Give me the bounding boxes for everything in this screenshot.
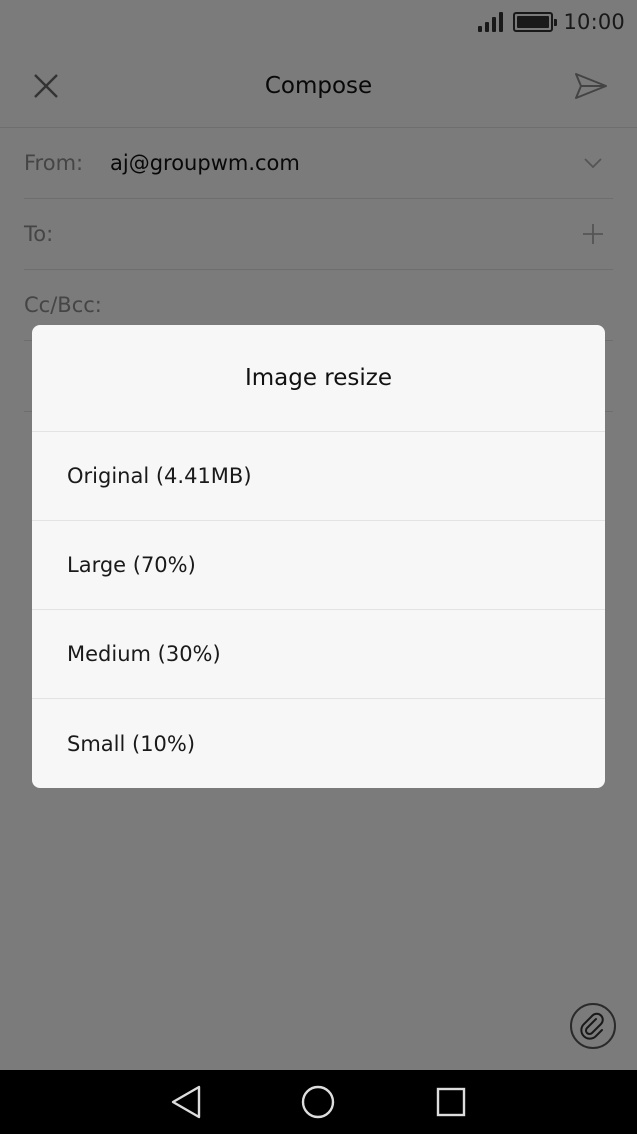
compose-screen: 10:00 Compose From: aj@groupwm.com To: [0, 0, 637, 1134]
back-icon [171, 1085, 201, 1119]
resize-option-small[interactable]: Small (10%) [32, 699, 605, 788]
image-resize-dialog: Image resize Original (4.41MB) Large (70… [32, 325, 605, 788]
home-icon [302, 1085, 335, 1119]
home-button[interactable] [296, 1080, 340, 1124]
send-button[interactable] [569, 64, 613, 108]
recents-button[interactable] [429, 1080, 473, 1124]
resize-option-original[interactable]: Original (4.41MB) [32, 432, 605, 521]
navigation-bar [0, 1070, 637, 1134]
dialog-title: Image resize [32, 325, 605, 432]
resize-option-medium[interactable]: Medium (30%) [32, 610, 605, 699]
close-button[interactable] [24, 64, 68, 108]
send-icon [575, 72, 607, 99]
resize-option-large[interactable]: Large (70%) [32, 521, 605, 610]
back-button[interactable] [164, 1080, 208, 1124]
recents-icon [436, 1087, 466, 1117]
close-icon [34, 73, 58, 98]
